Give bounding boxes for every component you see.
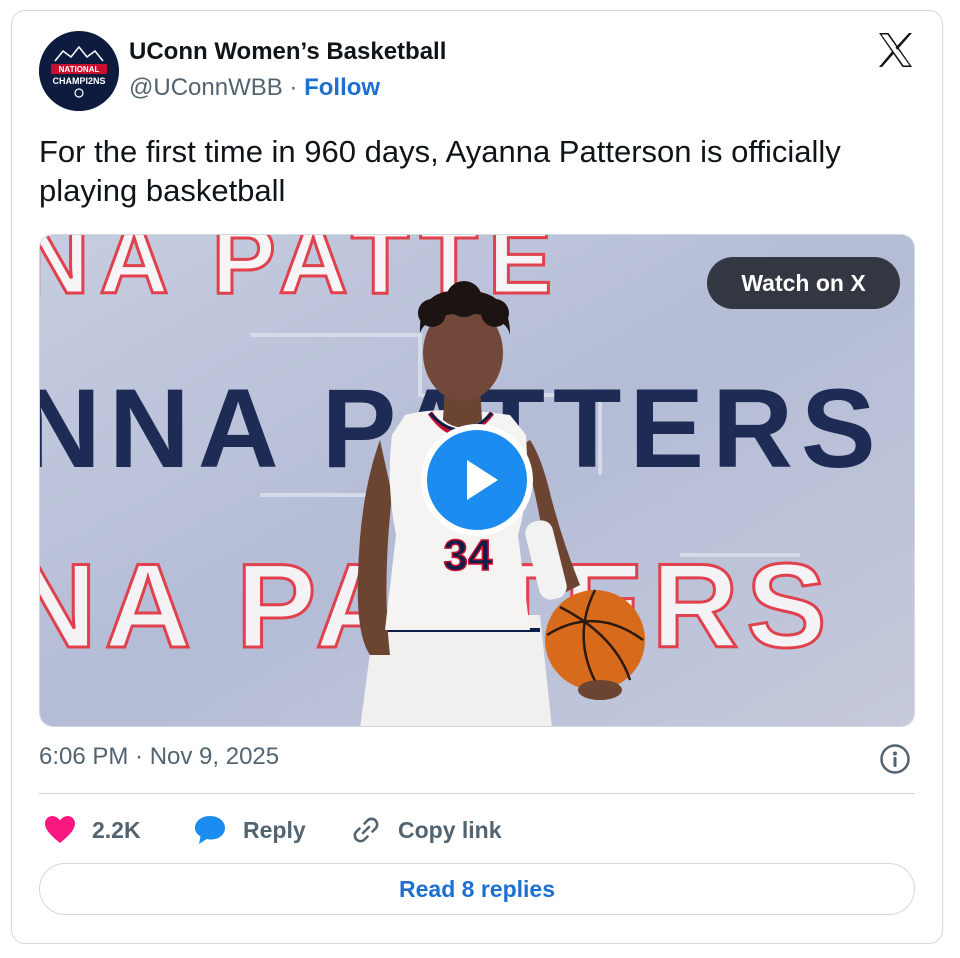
author-name[interactable]: UConn Women’s Basketball (129, 38, 446, 66)
heart-icon (45, 816, 75, 843)
play-button[interactable] (421, 424, 533, 536)
x-logo-icon[interactable] (876, 31, 914, 69)
read-replies-button[interactable]: Read 8 replies (39, 863, 915, 915)
avatar-logo: NATIONAL CHAMPI2NS (39, 31, 119, 111)
watch-on-x-button[interactable]: Watch on X (707, 257, 900, 309)
like-count: 2.2K (92, 816, 141, 843)
avatar[interactable]: NATIONAL CHAMPI2NS (39, 31, 119, 111)
link-icon (353, 817, 379, 843)
copy-link-label: Copy link (398, 816, 502, 843)
copy-link-button[interactable]: Copy link (350, 812, 502, 848)
info-icon[interactable] (879, 743, 911, 775)
play-icon (427, 430, 527, 530)
divider (39, 793, 915, 794)
follow-button[interactable]: Follow (304, 74, 380, 101)
reply-label: Reply (243, 816, 306, 843)
avatar-text-line1: NATIONAL (59, 65, 100, 74)
author-handle-row: @UConnWBB · Follow (129, 74, 380, 102)
tweet-timestamp[interactable]: 6:06 PM · Nov 9, 2025 (39, 743, 279, 771)
jersey-number: 34 (444, 531, 493, 580)
handle-separator: · (282, 74, 305, 101)
reply-bubble-icon (195, 816, 225, 844)
reply-button[interactable]: Reply (193, 812, 306, 848)
avatar-text-line2: CHAMPI2NS (52, 76, 105, 86)
like-button[interactable]: 2.2K (44, 812, 141, 848)
author-handle[interactable]: @UConnWBB (129, 74, 283, 101)
tweet-text: For the first time in 960 days, Ayanna P… (39, 134, 841, 208)
